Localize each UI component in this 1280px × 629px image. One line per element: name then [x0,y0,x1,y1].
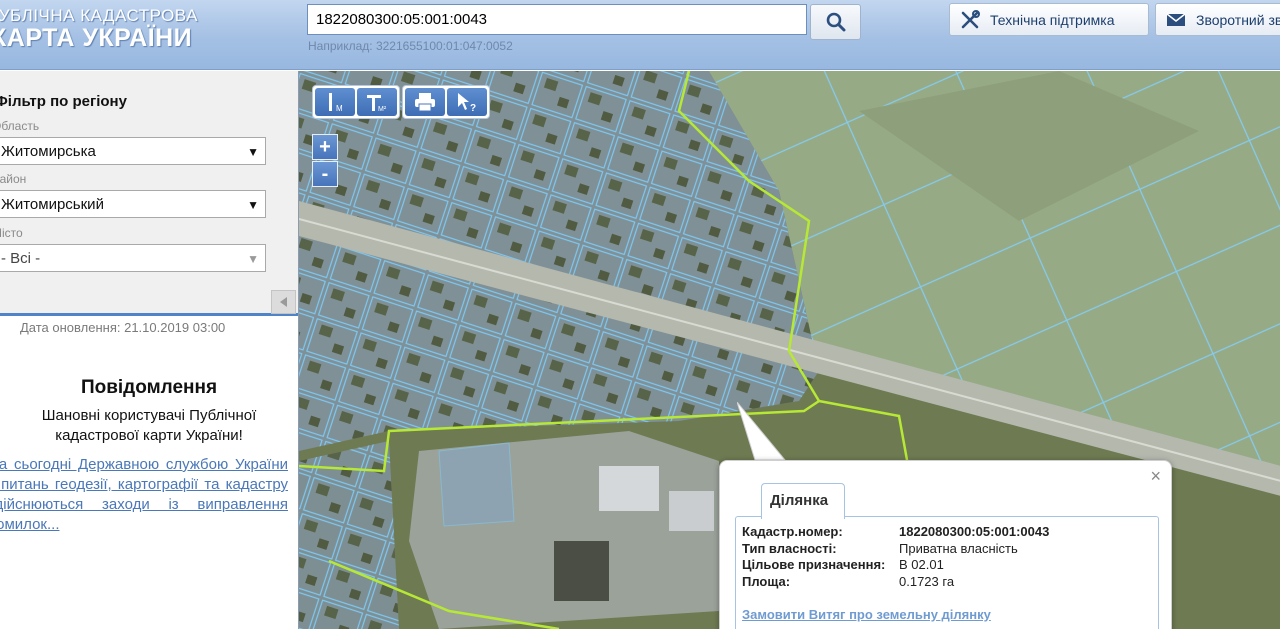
svg-text:?: ? [470,103,476,113]
detail-row-purpose: Цільове призначення: В 02.01 [742,557,944,572]
ruler-length-icon: M [329,93,343,113]
district-select[interactable]: Житомирський ▼ [0,190,266,218]
filter-title: Фільтр по регіону [0,93,127,110]
print-identify-tools: ? [402,85,490,119]
tools-icon [961,9,980,28]
detail-value: В 02.01 [899,557,944,572]
detail-key: Площа: [742,574,791,589]
svg-text:M: M [336,104,343,113]
app-root: ПУБЛІЧНА КАДАСТРОВА КАРТА УКРАЇНИ Наприк… [0,0,1280,629]
measure-area-button[interactable]: M² [357,88,397,116]
svg-text:M²: M² [378,106,387,113]
tab-parcel[interactable]: Ділянка [761,483,845,519]
parcel-info-popup: × Ділянка Кадастр.номер: 1822080300:05:00… [719,460,1172,629]
detail-key: Кадастр.номер: [742,524,843,539]
site-logo[interactable]: ПУБЛІЧНА КАДАСТРОВА КАРТА УКРАЇНИ [0,6,198,53]
detail-value: Приватна власність [899,541,1018,556]
region-filter-panel: Фільтр по регіону Область Житомирська ▼ … [0,71,298,316]
city-select[interactable]: - Всі - ▼ [0,244,266,272]
district-select-value: Житомирський [1,196,104,213]
detail-row-cadastral-number: Кадастр.номер: 1822080300:05:001:0043 [742,524,1049,539]
detail-key: Тип власності: [742,541,837,556]
measure-tools: M M² [312,85,400,119]
region-select[interactable]: Житомирська ▼ [0,137,266,165]
search-hint: Наприклад: 3221655100:01:047:0052 [308,39,513,53]
print-button[interactable] [405,88,445,116]
feedback-label: Зворотний зв [1196,11,1280,28]
feedback-button[interactable]: Зворотний зв [1155,3,1280,36]
cadastral-search-input[interactable] [307,4,807,35]
search-button[interactable] [810,4,861,40]
region-label: Область [0,119,40,133]
chevron-left-icon [279,297,287,307]
ruler-area-icon: M² [367,95,387,113]
notice-link[interactable]: На сьогодні Державною службою України з … [0,455,288,535]
city-label: Місто [0,226,23,240]
measure-length-button[interactable]: M [315,88,355,116]
zoom-in-button[interactable]: + [312,134,338,160]
dropdown-arrow-icon: ▼ [247,145,259,159]
logo-line-2: КАРТА УКРАЇНИ [0,24,193,52]
print-icon [415,93,435,112]
popup-pointer [737,402,787,461]
detail-value: 1822080300:05:001:0043 [899,524,1050,539]
detail-row-area: Площа: 0.1723 га [742,574,954,589]
envelope-icon [1166,12,1186,26]
logo-line-1: ПУБЛІЧНА КАДАСТРОВА [0,6,198,25]
zoom-out-button[interactable]: - [312,161,338,187]
notice-body: Шановні користувачі Публічної кадастрово… [41,407,257,444]
tech-support-label: Технічна підтримка [990,11,1115,28]
dropdown-arrow-icon: ▼ [247,198,259,212]
dropdown-arrow-icon: ▼ [247,252,259,266]
update-date: Дата оновлення: 21.10.2019 03:00 [20,320,226,335]
identify-button[interactable]: ? [447,88,487,116]
detail-key: Цільове призначення: [742,557,886,572]
identify-pointer-icon: ? [458,93,476,113]
region-select-value: Житомирська [1,143,96,160]
collapse-sidebar-button[interactable] [271,290,296,314]
parcel-details: Кадастр.номер: 1822080300:05:001:0043 Тип… [735,516,1159,629]
detail-row-ownership: Тип власності: Приватна власність [742,541,1018,556]
order-extract-link[interactable]: Замовити Витяг про земельну ділянку [742,607,991,622]
tech-support-button[interactable]: Технічна підтримка [949,3,1149,36]
district-label: Район [0,172,27,186]
header-bar: ПУБЛІЧНА КАДАСТРОВА КАРТА УКРАЇНИ Наприк… [0,0,1280,70]
detail-value: 0.1723 га [899,574,955,589]
notice-title: Повідомлення [80,377,218,398]
popup-close-button[interactable]: × [1150,466,1161,487]
sidebar: Фільтр по регіону Область Житомирська ▼ … [0,71,298,629]
city-select-value: - Всі - [1,250,41,267]
search-icon [826,12,845,32]
